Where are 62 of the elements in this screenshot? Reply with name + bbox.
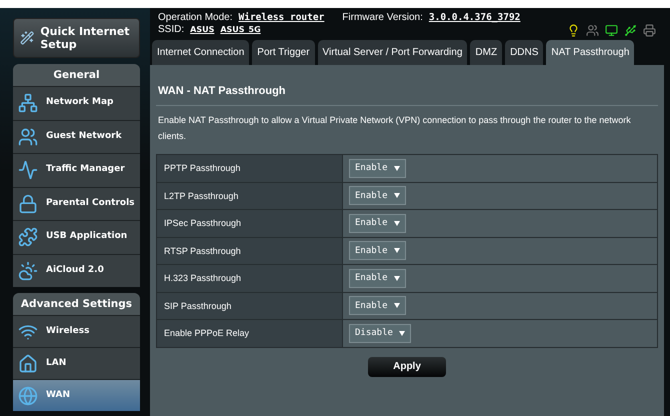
section-title: General <box>13 64 140 86</box>
chart-icon <box>18 160 38 180</box>
tab[interactable]: DMZ <box>470 40 502 65</box>
sidebar-item[interactable]: WAN <box>13 379 140 411</box>
printer-icon[interactable] <box>643 24 656 37</box>
firmware-link[interactable]: 3.0.0.4.376_3792 <box>428 12 520 23</box>
tab[interactable]: DDNS <box>505 40 544 65</box>
operation-mode-link[interactable]: Wireless router <box>238 12 324 23</box>
sidebar-item[interactable]: Guest Network <box>13 120 140 153</box>
quick-setup-button[interactable]: Quick Internet Setup <box>13 18 140 58</box>
lock-icon <box>18 194 38 214</box>
setting-label: RTSP Passthrough <box>157 238 343 264</box>
page-description: Enable NAT Passthrough to allow a Virtual Private Network (VPN) connection to pass through the router to the network clients. <box>157 114 632 143</box>
ssid-label: SSID: <box>158 24 184 35</box>
firmware-label: Firmware Version: <box>342 12 423 23</box>
caret-icon <box>394 276 400 281</box>
option-dropdown[interactable]: Enable <box>349 186 406 206</box>
network-icon <box>18 93 38 114</box>
page-title: WAN - NAT Passthrough <box>156 75 658 106</box>
setting-label: SIP Passthrough <box>157 292 343 319</box>
caret-icon <box>394 248 400 254</box>
caret-icon <box>394 166 400 171</box>
option-dropdown[interactable]: Enable <box>349 158 406 178</box>
globe-icon <box>18 386 38 406</box>
tab[interactable]: NAT Passthrough <box>546 40 634 65</box>
caret-icon <box>394 193 400 198</box>
setting-label: PPTP Passthrough <box>157 155 343 182</box>
sidebar-item[interactable]: Wireless <box>13 315 140 347</box>
option-dropdown[interactable]: Disable <box>349 324 411 343</box>
operation-mode-label: Operation Mode: <box>158 12 232 23</box>
setting-label: H.323 Passthrough <box>157 265 343 292</box>
cloud-icon <box>18 260 38 281</box>
puzzle-icon <box>18 227 38 248</box>
ssid-link[interactable]: ASUS <box>190 25 214 34</box>
option-dropdown[interactable]: Enable <box>349 268 406 288</box>
section-title: Advanced Settings <box>13 293 140 315</box>
ssid-link[interactable]: ASUS_5G <box>220 25 261 34</box>
apply-button[interactable]: Apply <box>368 356 446 376</box>
tab[interactable]: Virtual Server / Port Forwarding <box>318 40 468 65</box>
sidebar-item[interactable]: Network Map <box>13 86 140 120</box>
tab[interactable]: Internet Connection <box>152 40 250 65</box>
bulb-icon[interactable] <box>567 24 580 37</box>
option-dropdown[interactable]: Enable <box>349 214 406 233</box>
tab[interactable]: Port Trigger <box>252 40 315 65</box>
sidebar-item[interactable]: AiCloud 2.0 <box>13 254 140 287</box>
caret-icon <box>394 303 400 308</box>
sidebar-item[interactable]: Parental Controls <box>13 186 140 220</box>
sidebar-item[interactable]: USB Application <box>13 220 140 254</box>
usb-icon[interactable] <box>624 24 637 37</box>
sidebar-item[interactable]: LAN <box>13 347 140 379</box>
option-dropdown[interactable]: Enable <box>349 241 406 260</box>
caret-icon <box>398 330 405 336</box>
caret-icon <box>394 220 400 226</box>
house-icon <box>18 354 38 374</box>
sidebar-item[interactable]: Traffic Manager <box>13 153 140 186</box>
option-dropdown[interactable]: Enable <box>349 296 406 316</box>
monitor-icon[interactable] <box>605 24 618 37</box>
setting-label: L2TP Passthrough <box>157 182 343 209</box>
setting-label: IPSec Passthrough <box>157 210 343 236</box>
people-icon[interactable] <box>586 24 599 37</box>
setting-label: Enable PPPoE Relay <box>157 320 343 346</box>
people-icon <box>18 126 38 147</box>
